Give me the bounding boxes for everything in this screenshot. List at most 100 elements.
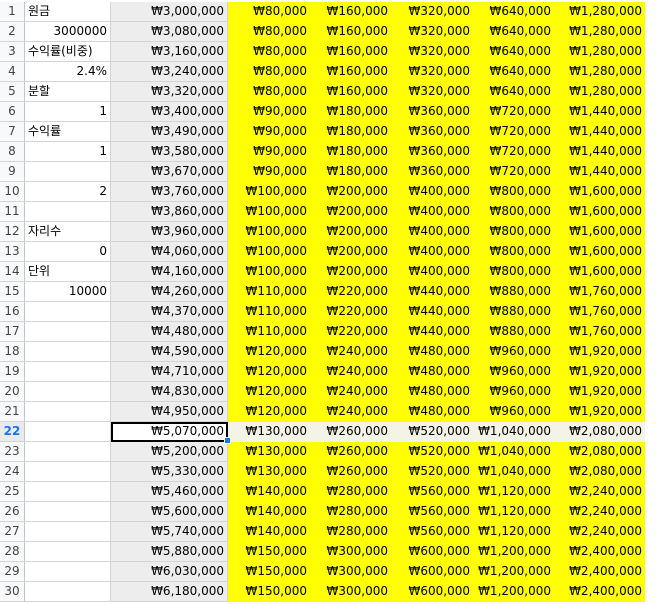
cell-highlighted[interactable]: ₩1,760,000 xyxy=(554,322,645,342)
cell-highlighted[interactable]: ₩480,000 xyxy=(391,382,473,402)
cell-b[interactable]: ₩5,330,000 xyxy=(111,462,228,482)
row-header[interactable]: 5 xyxy=(0,82,25,102)
row-header[interactable]: 10 xyxy=(0,182,25,202)
cell-b[interactable]: ₩3,670,000 xyxy=(111,162,228,182)
row-header[interactable]: 8 xyxy=(0,142,25,162)
cell-highlighted[interactable]: ₩2,240,000 xyxy=(554,502,645,522)
cell-highlighted[interactable]: ₩180,000 xyxy=(310,102,391,122)
row-header[interactable]: 26 xyxy=(0,502,25,522)
cell-highlighted[interactable]: ₩280,000 xyxy=(310,482,391,502)
cell-b[interactable]: ₩5,200,000 xyxy=(111,442,228,462)
row-header[interactable]: 24 xyxy=(0,462,25,482)
cell-highlighted[interactable]: ₩80,000 xyxy=(228,2,310,22)
cell-a[interactable] xyxy=(25,342,111,362)
cell-highlighted[interactable]: ₩960,000 xyxy=(473,402,554,422)
cell-highlighted[interactable]: ₩1,200,000 xyxy=(473,582,554,602)
cell-a[interactable]: 수익률(비중) xyxy=(25,42,111,62)
cell-highlighted[interactable]: ₩130,000 xyxy=(228,462,310,482)
cell-highlighted[interactable]: ₩80,000 xyxy=(228,82,310,102)
cell-highlighted[interactable]: ₩640,000 xyxy=(473,62,554,82)
cell-highlighted[interactable]: ₩1,600,000 xyxy=(554,202,645,222)
cell-highlighted[interactable]: ₩100,000 xyxy=(228,242,310,262)
cell-highlighted[interactable]: ₩1,040,000 xyxy=(473,462,554,482)
row-header[interactable]: 27 xyxy=(0,522,25,542)
cell-highlighted[interactable]: ₩150,000 xyxy=(228,542,310,562)
cell-highlighted[interactable]: ₩140,000 xyxy=(228,502,310,522)
cell-highlighted[interactable]: ₩1,600,000 xyxy=(554,222,645,242)
cell-highlighted[interactable]: ₩320,000 xyxy=(391,22,473,42)
cell-highlighted[interactable]: ₩1,280,000 xyxy=(554,2,645,22)
row-header[interactable]: 12 xyxy=(0,222,25,242)
cell-highlighted[interactable]: ₩800,000 xyxy=(473,262,554,282)
cell-b[interactable]: ₩4,160,000 xyxy=(111,262,228,282)
cell-b[interactable]: ₩3,160,000 xyxy=(111,42,228,62)
cell-highlighted[interactable]: ₩120,000 xyxy=(228,362,310,382)
row-header[interactable]: 4 xyxy=(0,62,25,82)
cell-highlighted[interactable]: ₩800,000 xyxy=(473,202,554,222)
row-header[interactable]: 9 xyxy=(0,162,25,182)
row-header[interactable]: 1 xyxy=(0,2,25,22)
cell-highlighted[interactable]: ₩2,240,000 xyxy=(554,482,645,502)
cell-highlighted[interactable]: ₩160,000 xyxy=(310,22,391,42)
cell-highlighted[interactable]: ₩520,000 xyxy=(391,422,473,442)
cell-highlighted[interactable]: ₩1,280,000 xyxy=(554,82,645,102)
cell-highlighted[interactable]: ₩160,000 xyxy=(310,42,391,62)
cell-a[interactable]: 2.4% xyxy=(25,62,111,82)
cell-highlighted[interactable]: ₩720,000 xyxy=(473,142,554,162)
cell-highlighted[interactable]: ₩1,120,000 xyxy=(473,482,554,502)
cell-highlighted[interactable]: ₩480,000 xyxy=(391,402,473,422)
cell-highlighted[interactable]: ₩600,000 xyxy=(391,582,473,602)
cell-a[interactable]: 10000 xyxy=(25,282,111,302)
row-header[interactable]: 25 xyxy=(0,482,25,502)
cell-a[interactable]: 0 xyxy=(25,242,111,262)
cell-highlighted[interactable]: ₩150,000 xyxy=(228,582,310,602)
cell-highlighted[interactable]: ₩440,000 xyxy=(391,322,473,342)
cell-a[interactable]: 분할 xyxy=(25,82,111,102)
cell-highlighted[interactable]: ₩90,000 xyxy=(228,162,310,182)
cell-highlighted[interactable]: ₩520,000 xyxy=(391,442,473,462)
cell-highlighted[interactable]: ₩200,000 xyxy=(310,262,391,282)
cell-highlighted[interactable]: ₩90,000 xyxy=(228,102,310,122)
cell-highlighted[interactable]: ₩960,000 xyxy=(473,382,554,402)
cell-a[interactable] xyxy=(25,202,111,222)
cell-a[interactable] xyxy=(25,442,111,462)
cell-highlighted[interactable]: ₩1,760,000 xyxy=(554,282,645,302)
cell-highlighted[interactable]: ₩880,000 xyxy=(473,302,554,322)
cell-highlighted[interactable]: ₩80,000 xyxy=(228,42,310,62)
row-header[interactable]: 17 xyxy=(0,322,25,342)
cell-b[interactable]: ₩5,880,000 xyxy=(111,542,228,562)
cell-highlighted[interactable]: ₩120,000 xyxy=(228,342,310,362)
cell-a[interactable]: 단위 xyxy=(25,262,111,282)
cell-highlighted[interactable]: ₩640,000 xyxy=(473,22,554,42)
cell-highlighted[interactable]: ₩600,000 xyxy=(391,562,473,582)
cell-highlighted[interactable]: ₩1,920,000 xyxy=(554,402,645,422)
cell-highlighted[interactable]: ₩1,280,000 xyxy=(554,62,645,82)
row-header[interactable]: 21 xyxy=(0,402,25,422)
row-header[interactable]: 7 xyxy=(0,122,25,142)
cell-highlighted[interactable]: ₩220,000 xyxy=(310,322,391,342)
cell-highlighted[interactable]: ₩160,000 xyxy=(310,82,391,102)
cell-b[interactable]: ₩4,710,000 xyxy=(111,362,228,382)
cell-b[interactable]: ₩4,950,000 xyxy=(111,402,228,422)
cell-highlighted[interactable]: ₩1,600,000 xyxy=(554,242,645,262)
cell-highlighted[interactable]: ₩960,000 xyxy=(473,362,554,382)
cell-b[interactable]: ₩3,000,000 xyxy=(111,2,228,22)
cell-highlighted[interactable]: ₩360,000 xyxy=(391,142,473,162)
cell-a[interactable] xyxy=(25,302,111,322)
row-header[interactable]: 6 xyxy=(0,102,25,122)
cell-highlighted[interactable]: ₩440,000 xyxy=(391,302,473,322)
cell-highlighted[interactable]: ₩300,000 xyxy=(310,562,391,582)
cell-highlighted[interactable]: ₩200,000 xyxy=(310,202,391,222)
cell-a[interactable] xyxy=(25,362,111,382)
cell-b[interactable]: ₩4,370,000 xyxy=(111,302,228,322)
cell-highlighted[interactable]: ₩240,000 xyxy=(310,402,391,422)
cell-highlighted[interactable]: ₩260,000 xyxy=(310,422,391,442)
cell-b[interactable]: ₩4,260,000 xyxy=(111,282,228,302)
cell-a[interactable] xyxy=(25,582,111,602)
cell-highlighted[interactable]: ₩100,000 xyxy=(228,182,310,202)
cell-highlighted[interactable]: ₩360,000 xyxy=(391,122,473,142)
cell-highlighted[interactable]: ₩2,080,000 xyxy=(554,462,645,482)
cell-highlighted[interactable]: ₩440,000 xyxy=(391,282,473,302)
cell-highlighted[interactable]: ₩400,000 xyxy=(391,202,473,222)
cell-b[interactable]: ₩3,760,000 xyxy=(111,182,228,202)
